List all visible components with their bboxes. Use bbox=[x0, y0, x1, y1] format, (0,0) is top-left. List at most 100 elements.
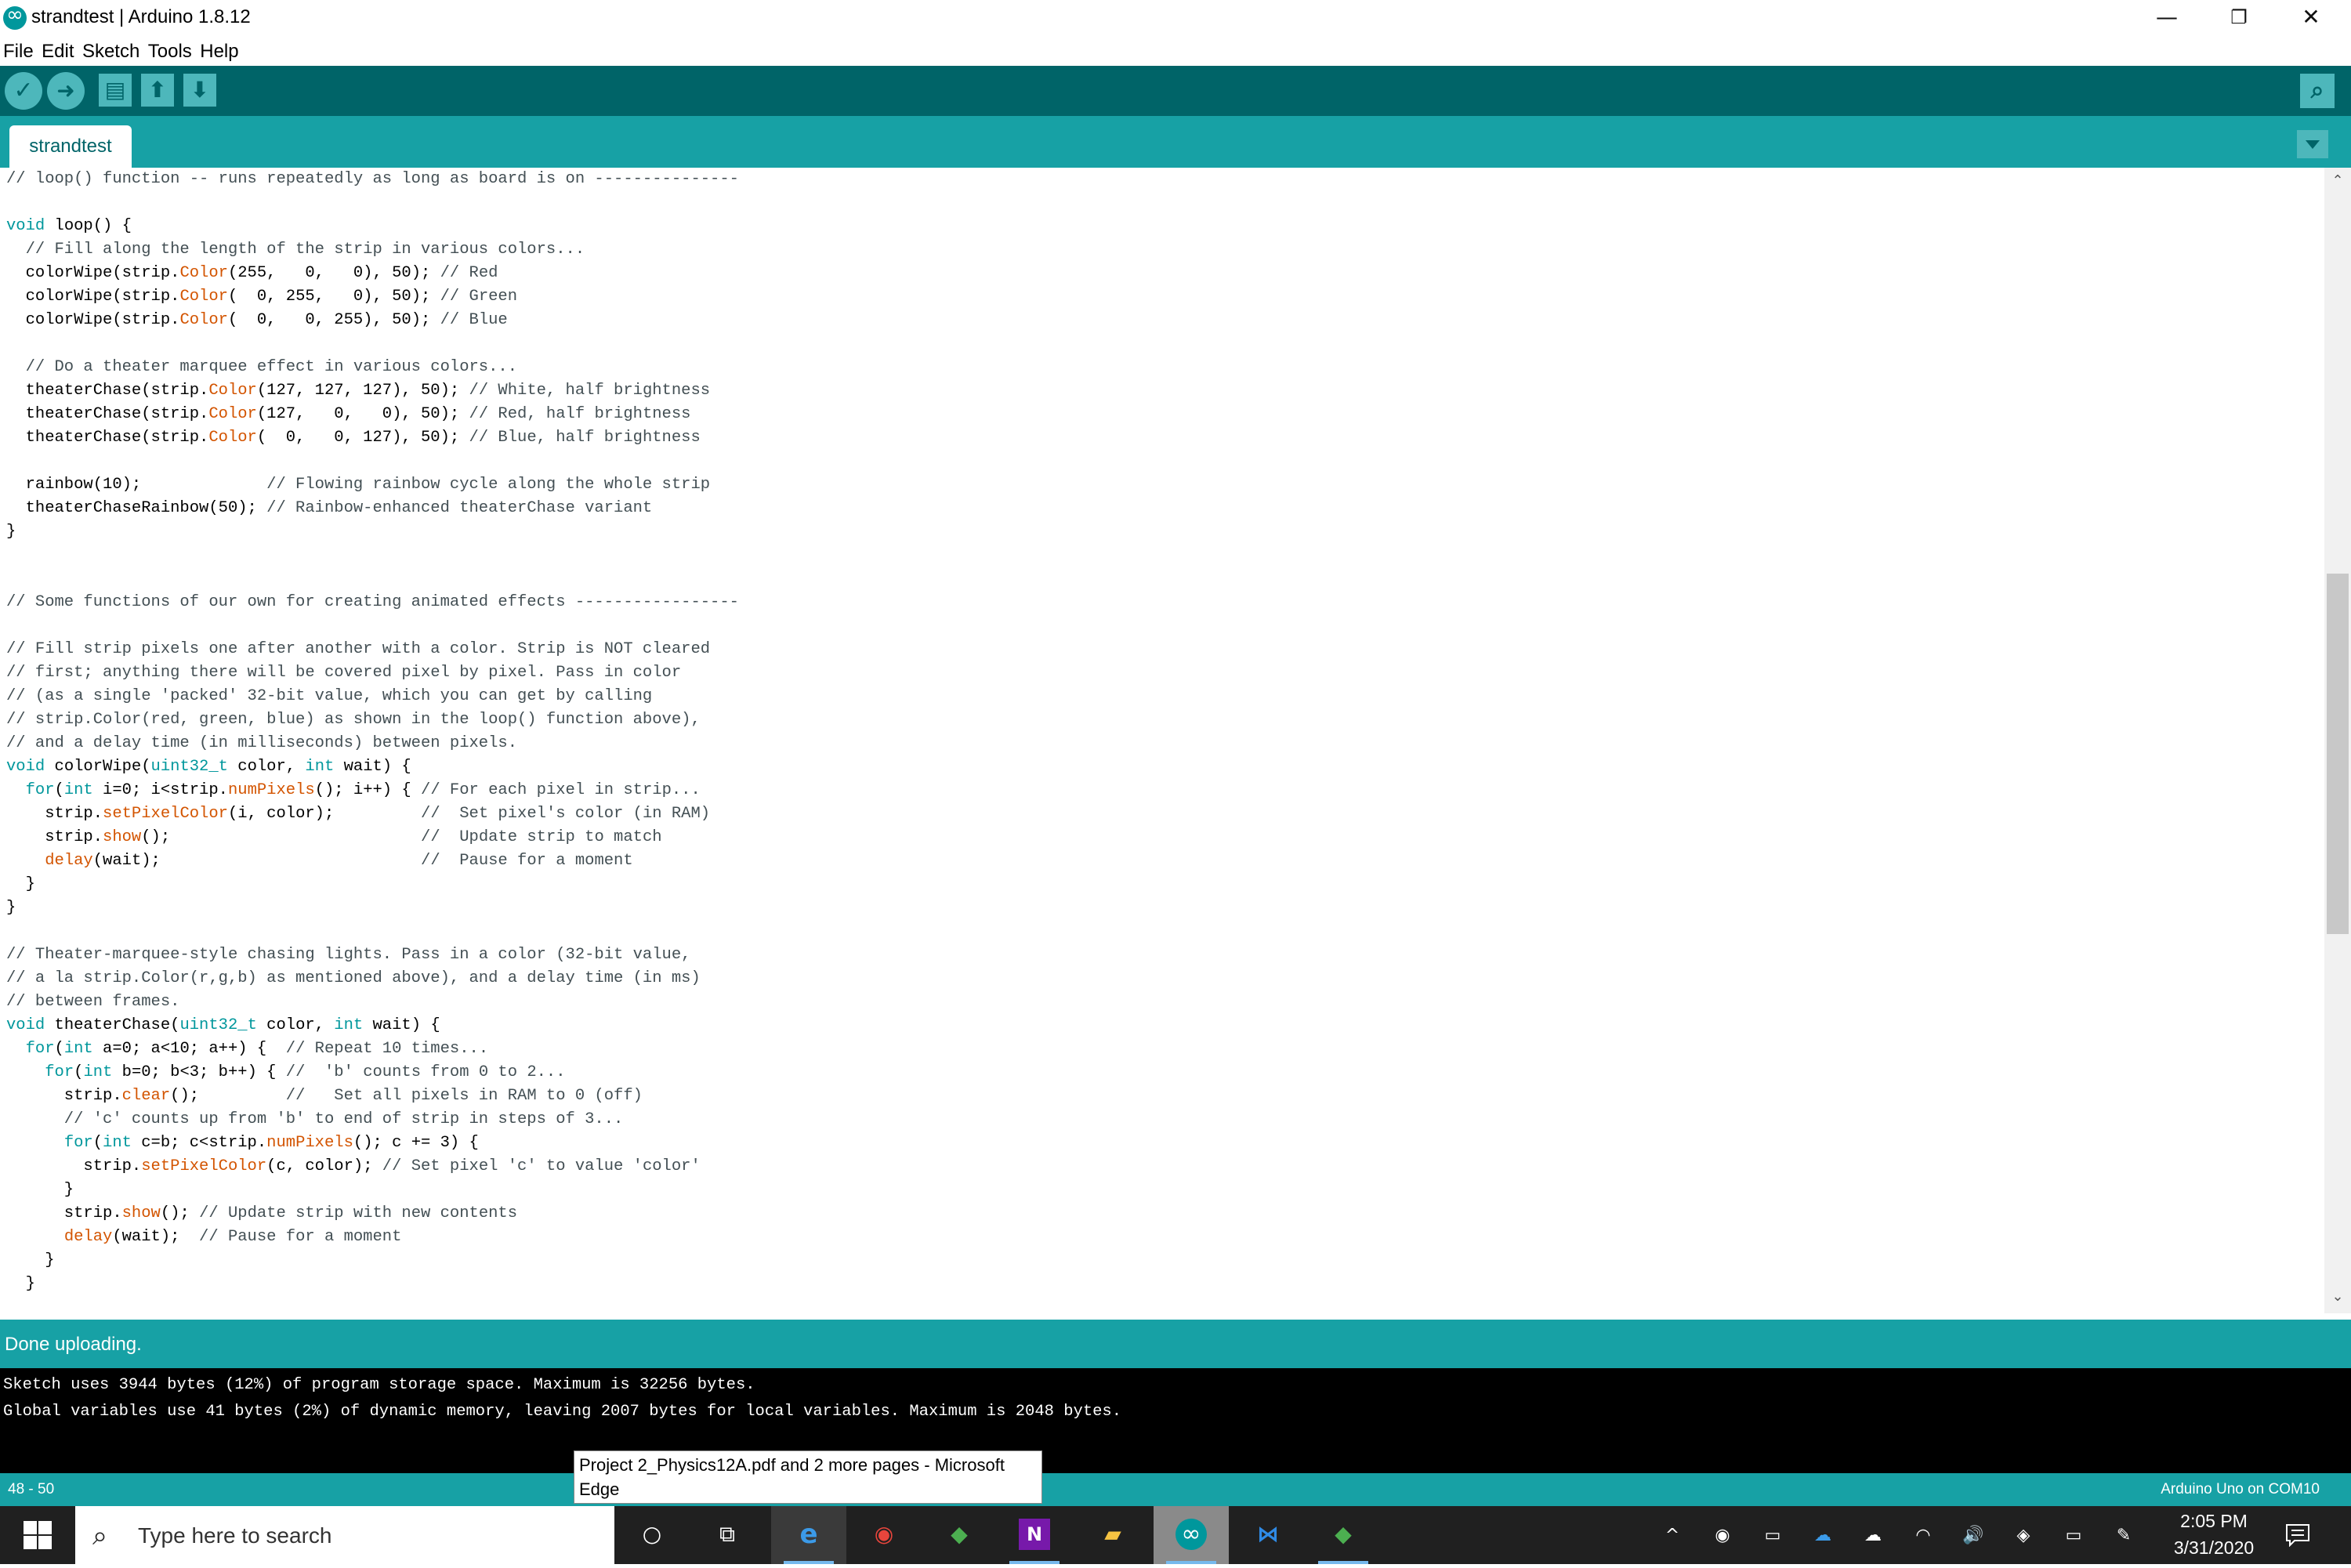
code-line: strip.show(); // Update strip with new c… bbox=[6, 1202, 2324, 1226]
code-line: theaterChaseRainbow(50); // Rainbow-enha… bbox=[6, 497, 2324, 520]
pen-icon[interactable]: ✎ bbox=[2110, 1523, 2138, 1548]
board-port-label: Arduino Uno on COM10 bbox=[2161, 1481, 2320, 1497]
code-token: colorWipe(strip. bbox=[6, 264, 180, 282]
code-token: (255, 0, 0), 50); bbox=[227, 264, 440, 282]
clock-time[interactable]: 2:05 PM bbox=[2163, 1511, 2265, 1532]
code-token: // Set pixel 'c' to value 'color' bbox=[382, 1157, 701, 1175]
start-button[interactable] bbox=[0, 1506, 75, 1564]
code-token: uint32_t bbox=[150, 758, 228, 776]
taskbar-app-git-2[interactable]: ◆ bbox=[1306, 1506, 1381, 1564]
menu-help[interactable]: Help bbox=[197, 36, 238, 63]
editor-scrollbar[interactable]: ⌃ ⌄ bbox=[2324, 168, 2351, 1313]
cortana-button[interactable]: ○ bbox=[614, 1506, 690, 1564]
console-line: Global variables use 41 bytes (2%) of dy… bbox=[3, 1403, 1122, 1421]
menu-sketch[interactable]: Sketch bbox=[79, 36, 139, 63]
arrow-up-icon: ⬆ bbox=[148, 77, 167, 103]
folder-icon: ▰ bbox=[1104, 1521, 1121, 1547]
serial-monitor-button[interactable]: ⌕ bbox=[2300, 74, 2335, 108]
taskbar-app-chrome[interactable]: ◉ bbox=[846, 1506, 922, 1564]
code-token: // White, half brightness bbox=[469, 382, 711, 400]
chevron-up-icon[interactable]: ^ bbox=[1658, 1523, 1686, 1548]
code-line: // Fill strip pixels one after another w… bbox=[6, 638, 2324, 661]
code-token: Color bbox=[208, 405, 257, 423]
code-token: ( 0, 0, 255), 50); bbox=[227, 311, 440, 329]
taskbar-app-file-explorer[interactable]: ▰ bbox=[1075, 1506, 1150, 1564]
volume-icon[interactable]: 🔊 bbox=[1959, 1523, 1987, 1548]
taskbar-search-box[interactable]: ⌕ Type here to search bbox=[75, 1506, 614, 1564]
battery-icon[interactable]: ▭ bbox=[2059, 1523, 2088, 1548]
menu-edit[interactable]: Edit bbox=[38, 36, 74, 63]
taskbar-app-git[interactable]: ◆ bbox=[922, 1506, 997, 1564]
code-token: theaterChase(strip. bbox=[6, 382, 209, 400]
task-view-button[interactable]: ⧉ bbox=[690, 1506, 765, 1564]
wifi-icon[interactable]: ◠ bbox=[1909, 1523, 1937, 1548]
code-token: (); i++) { bbox=[314, 781, 422, 799]
save-sketch-button[interactable]: ⬇ bbox=[183, 74, 216, 107]
code-line: // and a delay time (in milliseconds) be… bbox=[6, 732, 2324, 755]
onedrive-icon[interactable]: ☁ bbox=[1809, 1523, 1837, 1548]
tab-menu-button[interactable] bbox=[2297, 130, 2328, 158]
code-token: ( bbox=[74, 1063, 84, 1081]
code-token: // Repeat 10 times... bbox=[285, 1040, 489, 1058]
code-token: } bbox=[6, 899, 16, 917]
code-line: // strip.Color(red, green, blue) as show… bbox=[6, 708, 2324, 732]
code-token: (); bbox=[160, 1204, 200, 1222]
code-token: (); bbox=[141, 828, 422, 846]
code-token: // Set pixel's color (in RAM) bbox=[421, 805, 711, 823]
taskbar-app-arduino[interactable]: ∞ bbox=[1154, 1506, 1229, 1564]
code-token: Color bbox=[179, 264, 228, 282]
code-line: strip.clear(); // Set all pixels in RAM … bbox=[6, 1085, 2324, 1108]
code-line: // 'c' counts up from 'b' to end of stri… bbox=[6, 1108, 2324, 1132]
code-token: strip. bbox=[6, 1204, 122, 1222]
taskbar-app-vscode[interactable]: ⋈ bbox=[1230, 1506, 1306, 1564]
checkmark-icon: ✓ bbox=[13, 77, 34, 104]
verify-button[interactable]: ✓ bbox=[5, 72, 42, 110]
close-button[interactable]: ✕ bbox=[2276, 0, 2346, 36]
console-line: Sketch uses 3944 bytes (12%) of program … bbox=[3, 1376, 755, 1394]
scroll-thumb[interactable] bbox=[2327, 574, 2349, 934]
new-sketch-button[interactable]: ▤ bbox=[99, 74, 132, 107]
code-token: strip. bbox=[6, 805, 103, 823]
code-token: // 'b' counts from 0 to 2... bbox=[285, 1063, 566, 1081]
code-token: // Pause for a moment bbox=[421, 852, 633, 870]
scroll-down-icon[interactable]: ⌄ bbox=[2324, 1288, 2351, 1305]
scroll-up-icon[interactable]: ⌃ bbox=[2324, 172, 2351, 189]
tooltip-line: Project 2_Physics12A.pdf and 2 more page… bbox=[579, 1455, 1005, 1475]
open-sketch-button[interactable]: ⬆ bbox=[141, 74, 174, 107]
code-token: Color bbox=[179, 288, 228, 306]
code-token: a=0; a<10; a++) { bbox=[92, 1040, 286, 1058]
code-line: void loop() { bbox=[6, 215, 2324, 238]
upload-button[interactable]: ➜ bbox=[47, 72, 85, 110]
cloud-error-icon[interactable]: ☁ bbox=[1859, 1523, 1887, 1548]
notifications-icon[interactable] bbox=[2285, 1523, 2310, 1547]
restore-button[interactable]: ❐ bbox=[2204, 0, 2274, 36]
minimize-button[interactable]: — bbox=[2132, 0, 2202, 36]
code-token: theaterChase(strip. bbox=[6, 429, 209, 447]
window-title: strandtest | Arduino 1.8.12 bbox=[31, 6, 251, 27]
new-file-icon: ▤ bbox=[104, 77, 126, 103]
clock-date[interactable]: 3/31/2020 bbox=[2163, 1537, 2265, 1559]
taskbar-app-edge[interactable]: e bbox=[771, 1506, 846, 1564]
code-line: } bbox=[6, 1179, 2324, 1202]
code-line: rainbow(10); // Flowing rainbow cycle al… bbox=[6, 473, 2324, 497]
dropbox-icon[interactable]: ◈ bbox=[2009, 1523, 2038, 1548]
code-editor[interactable]: // loop() function -- runs repeatedly as… bbox=[0, 168, 2324, 1313]
code-token: (); c += 3) { bbox=[353, 1134, 479, 1152]
code-line: // a la strip.Color(r,g,b) as mentioned … bbox=[6, 967, 2324, 990]
code-token: int bbox=[334, 1016, 364, 1034]
menu-file[interactable]: File bbox=[0, 36, 34, 63]
menu-tools[interactable]: Tools bbox=[145, 36, 192, 63]
menu-bar: File Edit Sketch Tools Help bbox=[0, 36, 2351, 66]
onenote-icon: N bbox=[1019, 1519, 1050, 1550]
display-icon[interactable]: ▭ bbox=[1759, 1523, 1787, 1548]
vscode-icon: ⋈ bbox=[1257, 1521, 1279, 1547]
code-line: for(int a=0; a<10; a++) { // Repeat 10 t… bbox=[6, 1037, 2324, 1061]
arduino-icon: ∞ bbox=[1176, 1519, 1207, 1550]
record-icon[interactable]: ◉ bbox=[1708, 1523, 1737, 1548]
code-token: // Blue bbox=[440, 311, 508, 329]
tab-strandtest[interactable]: strandtest bbox=[9, 125, 132, 168]
code-line: // Do a theater marquee effect in variou… bbox=[6, 356, 2324, 379]
taskbar-app-onenote[interactable]: N bbox=[997, 1506, 1072, 1564]
